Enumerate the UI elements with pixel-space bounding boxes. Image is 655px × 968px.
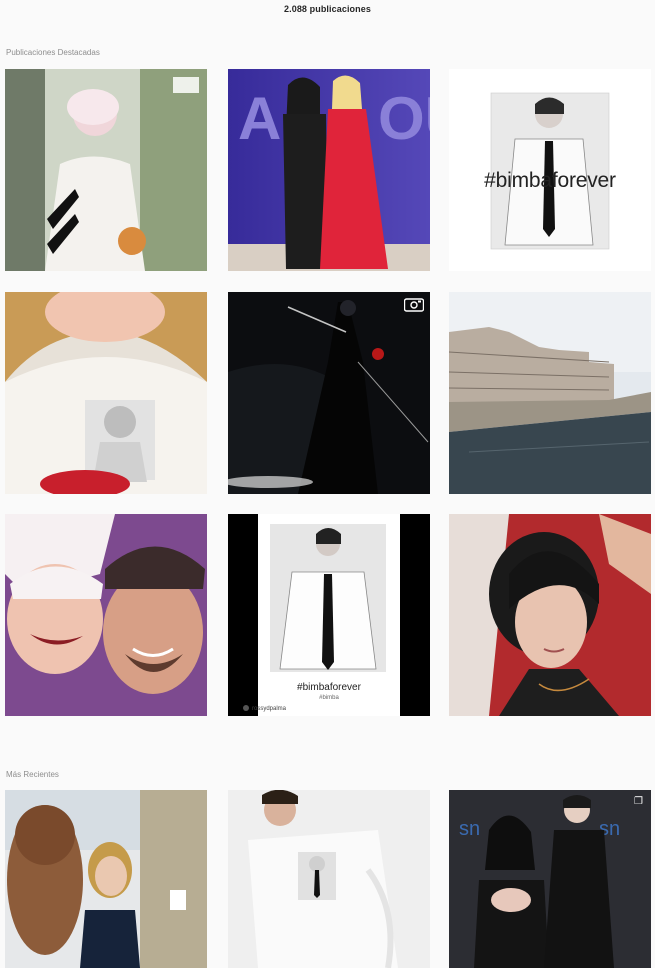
post-tile[interactable]: #bimbaforever #bimba rossydpalma [228, 514, 430, 716]
video-camera-icon [404, 298, 424, 312]
post-tile[interactable]: sn sn ❐ [449, 790, 651, 968]
post-photo [5, 514, 207, 716]
post-tile[interactable] [449, 514, 651, 716]
post-count: 2.088 publicaciones [284, 4, 371, 14]
post-tile[interactable]: #bimbaforever [449, 69, 651, 271]
post-credit: rossydpalma [252, 706, 287, 712]
post-tile[interactable] [228, 790, 430, 968]
post-photo [228, 292, 430, 494]
post-subcaption: #bimba [319, 695, 339, 701]
post-photo: A OU [228, 69, 430, 271]
post-photo [228, 790, 430, 968]
post-tile[interactable]: A OU [228, 69, 430, 271]
post-photo [449, 292, 651, 494]
post-caption: #bimbaforever [297, 682, 361, 693]
multiple-photos-icon: ❐ [634, 796, 643, 807]
svg-text:sn: sn [459, 818, 480, 840]
svg-text:A: A [238, 85, 281, 152]
post-tile[interactable] [5, 292, 207, 494]
post-photo [5, 790, 207, 968]
post-caption: #bimbaforever [484, 169, 616, 192]
post-photo [5, 292, 207, 494]
post-tile[interactable] [5, 514, 207, 716]
post-photo [5, 69, 207, 271]
post-tile[interactable] [5, 790, 207, 968]
post-tile[interactable] [5, 69, 207, 271]
post-photo: sn sn [449, 790, 651, 968]
post-tile[interactable] [228, 292, 430, 494]
recent-section-label: Más Recientes [6, 770, 59, 779]
post-photo [449, 514, 651, 716]
svg-text:OU: OU [378, 85, 430, 152]
post-tile[interactable] [449, 292, 651, 494]
featured-section-label: Publicaciones Destacadas [6, 48, 100, 57]
